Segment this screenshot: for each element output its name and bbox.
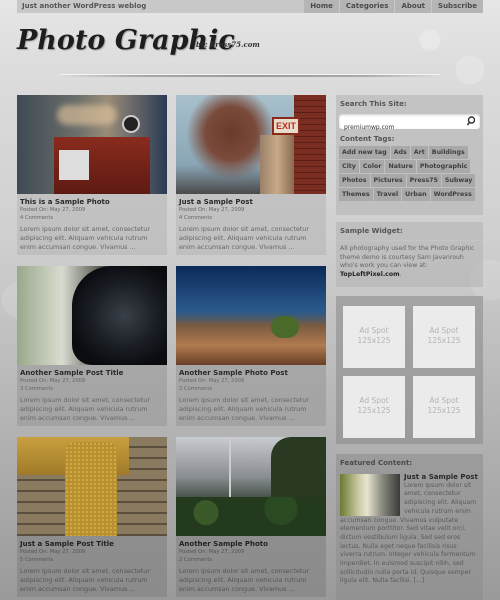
ad-size: 125x125: [427, 336, 461, 345]
ad-spot[interactable]: Ad Spot 125x125: [413, 306, 475, 368]
logo-byline: by: Press75.com: [196, 40, 260, 49]
tag-link[interactable]: Nature: [385, 160, 416, 173]
post-card: Just a Sample Post Title Posted On: May …: [17, 437, 167, 597]
ad-size: 125x125: [357, 336, 391, 345]
search-box: [339, 114, 480, 135]
post-title[interactable]: Another Sample Photo Post: [176, 365, 326, 377]
post-title[interactable]: Another Sample Post Title: [17, 365, 167, 377]
ad-label: Ad Spot: [359, 326, 389, 335]
post-card: EXIT Just a Sample Post Posted On: May 2…: [176, 95, 326, 255]
search-heading: Search This Site:: [340, 100, 407, 108]
post-date: Posted On: May 27, 2009: [179, 549, 245, 555]
post-date: Posted On: May 27, 2009: [179, 207, 245, 213]
post-title[interactable]: Another Sample Photo: [176, 536, 326, 548]
featured-content-widget: Featured Content: Just a Sample Post Lor…: [336, 454, 483, 600]
tag-link[interactable]: Ads: [390, 146, 410, 159]
post-excerpt: Lorem ipsum dolor sit amet, consectetur …: [179, 567, 309, 593]
post-comments[interactable]: 2 Comments: [176, 385, 326, 393]
ad-spot[interactable]: Ad Spot 125x125: [343, 376, 405, 438]
post-card: This is a Sample Photo Posted On: May 27…: [17, 95, 167, 255]
search-icon[interactable]: [466, 116, 476, 126]
tag-link[interactable]: Press75: [406, 174, 441, 187]
brick-wall: [294, 95, 326, 194]
post-title[interactable]: This is a Sample Photo: [17, 194, 167, 206]
post-comments[interactable]: 4 Comments: [17, 214, 167, 222]
tag-link[interactable]: Themes: [339, 188, 373, 201]
ad-label: Ad Spot: [429, 326, 459, 335]
tag-link[interactable]: Travel: [373, 188, 402, 201]
ad-spot[interactable]: Ad Spot 125x125: [413, 376, 475, 438]
featured-thumbnail[interactable]: [340, 474, 400, 516]
ad-spot[interactable]: Ad Spot 125x125: [343, 306, 405, 368]
post-thumbnail[interactable]: [17, 266, 167, 365]
bush-shape: [176, 497, 326, 536]
ad-size: 125x125: [357, 406, 391, 415]
tag-link[interactable]: Pictures: [370, 174, 406, 187]
post-card: Another Sample Photo Posted On: May 27, …: [176, 437, 326, 597]
post-date: Posted On: May 27, 2009: [179, 378, 245, 384]
widget-period: .: [399, 270, 402, 278]
widget-body: All photography used for the Photo Graph…: [340, 245, 475, 269]
post-title[interactable]: Just a Sample Post Title: [17, 536, 167, 548]
post-thumbnail[interactable]: [17, 95, 167, 194]
post-thumbnail[interactable]: EXIT: [176, 95, 326, 194]
post-comments[interactable]: 4 Comments: [176, 214, 326, 222]
post-comments[interactable]: 2 Comments: [176, 556, 326, 564]
widget-link[interactable]: TopLeftPixel.com: [340, 271, 400, 278]
post-excerpt: Lorem ipsum dolor sit amet, consectetur …: [20, 567, 150, 593]
post-card: Another Sample Post Title Posted On: May…: [17, 266, 167, 426]
post-card: Another Sample Photo Post Posted On: May…: [176, 266, 326, 426]
post-excerpt: Lorem ipsum dolor sit amet, consectetur …: [179, 225, 309, 251]
tag-link[interactable]: Add new tag: [339, 146, 390, 159]
main-nav: Home Categories About Subscribe: [304, 0, 483, 13]
site-tagline: Just another WordPress weblog: [22, 2, 147, 10]
tag-link[interactable]: Buildings: [428, 146, 468, 159]
bokeh-light: [57, 105, 117, 125]
featured-heading: Featured Content:: [340, 459, 413, 467]
header-divider: [60, 74, 440, 77]
tag-link[interactable]: Color: [359, 160, 385, 173]
ad-label: Ad Spot: [359, 396, 389, 405]
sample-widget: Sample Widget: All photography used for …: [336, 222, 483, 287]
latch-plate: [65, 442, 117, 536]
lamp-shape: [122, 115, 140, 133]
tag-link[interactable]: Photographic: [416, 160, 471, 173]
nav-subscribe[interactable]: Subscribe: [431, 0, 483, 13]
post-date: Posted On: May 27, 2009: [20, 207, 86, 213]
tag-link[interactable]: Subway: [441, 174, 476, 187]
post-thumbnail[interactable]: [17, 437, 167, 536]
post-date: Posted On: May 27, 2009: [20, 549, 86, 555]
nav-categories[interactable]: Categories: [338, 0, 395, 13]
post-thumbnail[interactable]: [176, 266, 326, 365]
widget-text: All photography used for the Photo Graph…: [336, 241, 483, 279]
tag-link[interactable]: Photos: [339, 174, 370, 187]
ad-spots: Ad Spot 125x125 Ad Spot 125x125 Ad Spot 125…: [336, 296, 483, 444]
post-comments[interactable]: 5 Comments: [17, 556, 167, 564]
exit-sign: EXIT: [272, 117, 300, 135]
post-excerpt: Lorem ipsum dolor sit amet, consectetur …: [179, 396, 309, 422]
tag-link[interactable]: Urban: [402, 188, 430, 201]
search-widget: Search This Site: Content Tags: Add new …: [336, 95, 483, 215]
post-excerpt: Lorem ipsum dolor sit amet, consectetur …: [20, 225, 150, 251]
box-label: [59, 150, 89, 180]
post-excerpt: Lorem ipsum dolor sit amet, consectetur …: [20, 396, 150, 422]
widget-heading: Sample Widget:: [336, 222, 483, 241]
post-date: Posted On: May 27, 2009: [20, 378, 86, 384]
tag-link[interactable]: City: [339, 160, 359, 173]
tag-link[interactable]: WordPress: [430, 188, 475, 201]
tag-link[interactable]: Art: [410, 146, 428, 159]
search-input[interactable]: [339, 120, 464, 135]
ad-size: 125x125: [427, 406, 461, 415]
tree-shape: [271, 316, 299, 338]
nav-home[interactable]: Home: [304, 0, 339, 13]
nav-about[interactable]: About: [394, 0, 431, 13]
ad-label: Ad Spot: [429, 396, 459, 405]
wood-post: [260, 135, 294, 194]
tag-cloud: Add new tag Ads Art Buildings City Color…: [336, 143, 483, 202]
post-title[interactable]: Just a Sample Post: [176, 194, 326, 206]
gorilla-face: [72, 266, 167, 365]
post-comments[interactable]: 3 Comments: [17, 385, 167, 393]
post-thumbnail[interactable]: [176, 437, 326, 536]
